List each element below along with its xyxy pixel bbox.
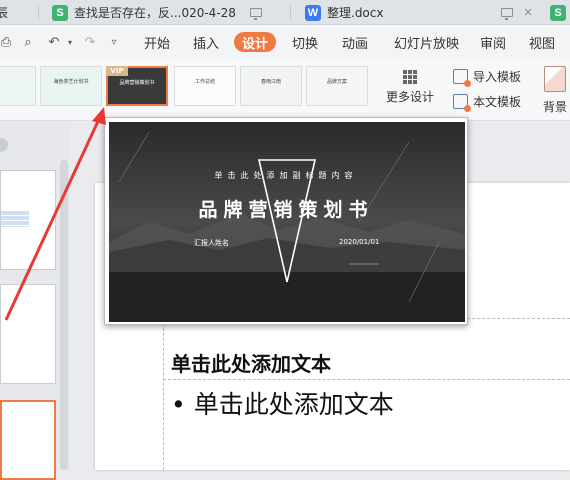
background-icon — [544, 66, 566, 92]
background-button[interactable]: 背景 — [540, 66, 570, 115]
customize-toolbar-icon[interactable]: ▿ — [106, 34, 122, 50]
undo-icon[interactable]: ↶ — [46, 34, 62, 50]
import-template-button[interactable]: 导入模板 — [453, 66, 522, 87]
document-tab-bar: 辰 S 查找是否存在，反...020-4-28 W 整理.docx ✕ S — [0, 0, 570, 25]
tab-partial-label: 辰 — [0, 6, 9, 20]
tab-separator — [38, 5, 39, 20]
slide-title-placeholder[interactable]: 单击此处添加文本 — [171, 348, 331, 377]
tab-document[interactable]: W 整理.docx ✕ — [305, 0, 533, 25]
import-template-icon — [453, 68, 471, 87]
preview-title: 品牌营销策划书 — [198, 199, 374, 221]
presentation-file-icon: S — [52, 4, 68, 21]
tab-presentation-label: 查找是否存在，反...020-4-28 — [74, 6, 236, 20]
template-thumb[interactable]: 春雨江南 — [240, 66, 302, 106]
redo-icon[interactable]: ↷ — [82, 34, 98, 50]
tab-new[interactable]: S — [550, 0, 570, 25]
monitor-icon[interactable] — [501, 8, 514, 20]
monitor-icon[interactable] — [249, 8, 262, 20]
menu-review[interactable]: 审阅 — [480, 25, 506, 59]
chevron-down-icon[interactable]: ▾ — [62, 34, 78, 50]
word-file-icon: W — [305, 4, 321, 21]
slide-body-placeholder[interactable]: • 单击此处添加文本 — [171, 385, 394, 421]
menu-view[interactable]: 视图 — [529, 25, 555, 59]
preview-subtitle: 单击此处添加副标题内容 — [214, 171, 358, 180]
presentation-file-icon: S — [550, 4, 566, 21]
menu-home[interactable]: 开始 — [144, 25, 170, 59]
template-preview-image — [109, 122, 465, 322]
tab-document-label: 整理.docx — [327, 6, 384, 20]
grid-icon — [403, 70, 417, 84]
background-label: 背景 — [542, 100, 567, 114]
placeholder-border — [163, 379, 570, 380]
template-thumb[interactable]: 工作总结 — [174, 66, 236, 106]
placeholder-border — [163, 318, 164, 470]
text-template-icon — [453, 93, 471, 112]
preview-reporter: 汇报人姓名 — [194, 239, 229, 247]
text-template-button[interactable]: 本文模板 — [453, 91, 522, 112]
print-icon[interactable]: ⎙ — [0, 34, 14, 50]
annotation-arrow — [4, 107, 106, 321]
slide-thumbnail-selected[interactable] — [0, 400, 56, 480]
menu-slideshow[interactable]: 幻灯片放映 — [394, 25, 459, 59]
template-thumb[interactable]: 品牌方案 — [306, 66, 368, 106]
more-designs-label: 更多设计 — [385, 90, 434, 104]
tab-presentation[interactable]: S 查找是否存在，反...020-4-28 — [52, 0, 262, 25]
text-template-label: 本文模板 — [473, 94, 522, 109]
menu-animations[interactable]: 动画 — [342, 25, 368, 59]
menu-bar: ⎙ ⌕ ↶ ▾ ↷ ▿ 开始 插入 设计 切换 动画 幻灯片放映 审阅 视图 — [0, 25, 570, 59]
menu-design[interactable]: 设计 — [234, 32, 277, 52]
menu-insert[interactable]: 插入 — [193, 25, 219, 59]
tab-partial[interactable]: 辰 — [0, 0, 8, 25]
import-template-label: 导入模板 — [473, 69, 522, 84]
tab-separator — [290, 5, 291, 20]
print-preview-icon[interactable]: ⌕ — [20, 34, 36, 50]
vip-badge: VIP — [106, 66, 128, 76]
preview-date: 2020/01/01 — [339, 238, 380, 246]
close-icon[interactable]: ✕ — [523, 6, 532, 19]
menu-transitions[interactable]: 切换 — [292, 25, 318, 59]
more-designs-button[interactable]: 更多设计 — [382, 70, 438, 105]
